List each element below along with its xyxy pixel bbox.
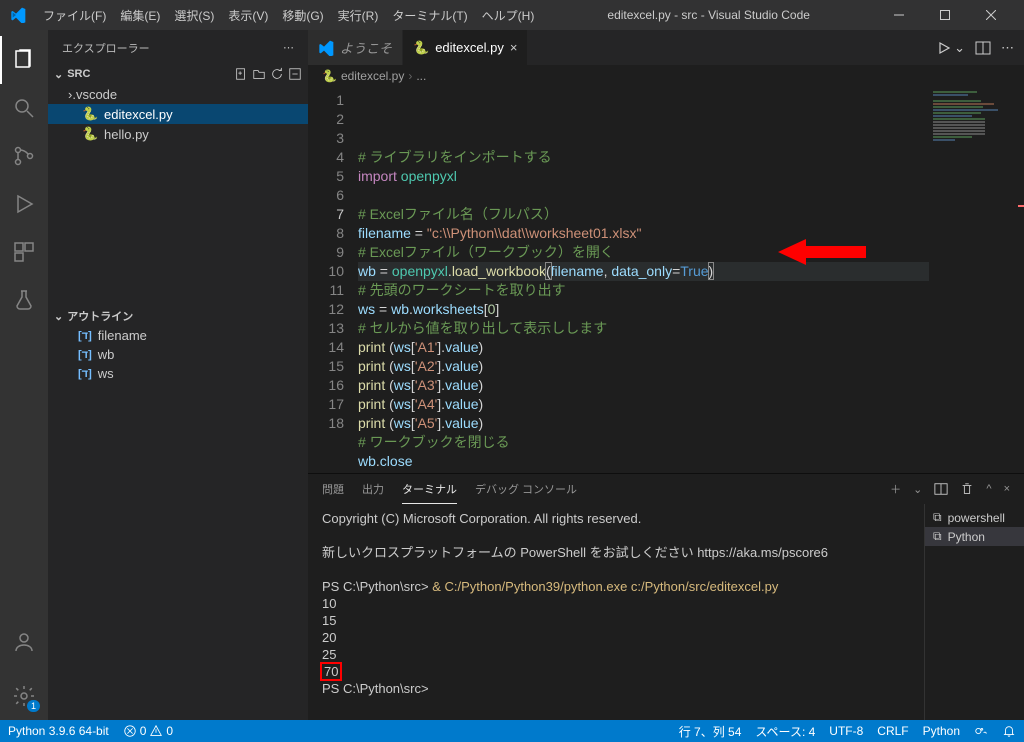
account-icon[interactable] xyxy=(0,618,48,666)
folder-root[interactable]: ⌄ SRC xyxy=(48,65,308,83)
python-file-icon: 🐍 xyxy=(82,106,98,122)
trash-icon[interactable] xyxy=(960,482,974,496)
menu-item[interactable]: 表示(V) xyxy=(221,9,275,23)
annotation-arrow-icon xyxy=(778,199,868,305)
file-item[interactable]: 🐍hello.py xyxy=(48,124,308,144)
menu-item[interactable]: 実行(R) xyxy=(331,9,386,23)
menu-item[interactable]: ファイル(F) xyxy=(36,9,113,23)
tab-file-label: editexcel.py xyxy=(435,40,504,55)
run-icon[interactable] xyxy=(936,40,952,56)
source-control-icon[interactable] xyxy=(0,132,48,180)
close-tab-icon[interactable]: × xyxy=(510,40,518,55)
status-lang[interactable]: Python xyxy=(923,724,960,738)
status-bell-icon[interactable] xyxy=(1002,724,1016,738)
breadcrumb-rest: ... xyxy=(416,69,426,83)
sidebar: エクスプローラー ⋯ ⌄ SRC › .vscode🐍editexcel.py🐍… xyxy=(48,30,308,720)
terminal[interactable]: Copyright (C) Microsoft Corporation. All… xyxy=(308,504,924,720)
editor-tabs: ようこそ 🐍 editexcel.py × ⌄ ⋯ xyxy=(308,30,1024,65)
status-cursor[interactable]: 行 7、列 54 xyxy=(679,723,742,740)
settings-icon[interactable]: 1 xyxy=(0,672,48,720)
run-debug-icon[interactable] xyxy=(0,180,48,228)
python-file-icon: 🐍 xyxy=(322,69,337,83)
statusbar: Python 3.9.6 64-bit 0 0 行 7、列 54 スペース: 4… xyxy=(0,720,1024,742)
menu-item[interactable]: 移動(G) xyxy=(275,9,330,23)
new-file-icon[interactable] xyxy=(234,67,248,81)
panel: 問題出力ターミナルデバッグ コンソール ＋ ⌄ ^ × Copyright (C… xyxy=(308,473,1024,720)
minimap-marker xyxy=(1018,205,1024,207)
file-item[interactable]: 🐍editexcel.py xyxy=(48,104,308,124)
split-editor-icon[interactable] xyxy=(975,40,991,56)
window-title: editexcel.py - src - Visual Studio Code xyxy=(541,8,876,22)
window-controls xyxy=(876,0,1014,30)
menu-item[interactable]: 編集(E) xyxy=(113,9,167,23)
terminal-dropdown-icon[interactable]: ⌄ xyxy=(913,483,922,496)
status-spaces[interactable]: スペース: 4 xyxy=(755,723,815,740)
outline-item[interactable]: [ד]filename xyxy=(48,326,308,345)
tab-welcome-label: ようこそ xyxy=(340,38,392,57)
folder-item[interactable]: › .vscode xyxy=(48,85,308,104)
sidebar-title: エクスプローラー xyxy=(62,40,150,56)
new-folder-icon[interactable] xyxy=(252,67,266,81)
terminal-instance[interactable]: ⧉powershell xyxy=(933,508,1016,527)
root-label: SRC xyxy=(67,68,90,80)
outline-item[interactable]: [ד]wb xyxy=(48,345,308,364)
breadcrumb-file: editexcel.py xyxy=(341,69,404,83)
new-terminal-icon[interactable]: ＋ xyxy=(890,481,901,497)
terminal-instance[interactable]: ⧉Python xyxy=(925,527,1024,546)
breadcrumbs[interactable]: 🐍 editexcel.py › ... xyxy=(308,65,1024,87)
titlebar: ファイル(F)編集(E)選択(S)表示(V)移動(G)実行(R)ターミナル(T)… xyxy=(0,0,1024,30)
breadcrumb-sep-icon: › xyxy=(408,69,412,83)
run-dropdown-icon[interactable]: ⌄ xyxy=(954,40,965,56)
collapse-icon[interactable] xyxy=(288,67,302,81)
explorer-icon[interactable] xyxy=(0,36,48,84)
variable-icon: [ד] xyxy=(78,330,92,342)
activity-bar: 1 xyxy=(0,30,48,720)
outline-title: アウトライン xyxy=(67,308,133,324)
tab-welcome[interactable]: ようこそ xyxy=(308,30,403,65)
refresh-icon[interactable] xyxy=(270,67,284,81)
chevron-right-icon: › xyxy=(68,87,72,102)
menu-item[interactable]: ターミナル(T) xyxy=(385,9,474,23)
status-python-version[interactable]: Python 3.9.6 64-bit xyxy=(8,724,109,738)
code-editor[interactable]: 123456789101112131415161718 # ライブラリをインポー… xyxy=(308,87,929,473)
extensions-icon[interactable] xyxy=(0,228,48,276)
menu-item[interactable]: 選択(S) xyxy=(167,9,221,23)
testing-icon[interactable] xyxy=(0,276,48,324)
minimize-button[interactable] xyxy=(876,0,922,30)
maximize-button[interactable] xyxy=(922,0,968,30)
chevron-down-icon: ⌄ xyxy=(54,68,63,81)
vscode-logo-icon xyxy=(10,7,26,23)
panel-tab[interactable]: デバッグ コンソール xyxy=(475,475,577,503)
sidebar-more-icon[interactable]: ⋯ xyxy=(283,41,294,54)
editor-more-icon[interactable]: ⋯ xyxy=(1001,40,1014,56)
search-icon[interactable] xyxy=(0,84,48,132)
status-problems[interactable]: 0 0 xyxy=(123,724,173,738)
variable-icon: [ד] xyxy=(78,368,92,380)
status-eol[interactable]: CRLF xyxy=(877,724,908,738)
outline-item[interactable]: [ד]ws xyxy=(48,364,308,383)
maximize-panel-icon[interactable]: ^ xyxy=(986,483,991,495)
panel-tab[interactable]: 出力 xyxy=(362,475,384,503)
variable-icon: [ד] xyxy=(78,349,92,361)
editor-group: ようこそ 🐍 editexcel.py × ⌄ ⋯ 🐍 editexcel.py… xyxy=(308,30,1024,720)
menu-item[interactable]: ヘルプ(H) xyxy=(475,9,542,23)
python-file-icon: 🐍 xyxy=(82,126,98,142)
panel-tab[interactable]: ターミナル xyxy=(402,475,457,504)
split-terminal-icon[interactable] xyxy=(934,482,948,496)
terminal-icon: ⧉ xyxy=(933,510,942,525)
status-feedback-icon[interactable] xyxy=(974,724,988,738)
panel-tab[interactable]: 問題 xyxy=(322,475,344,503)
tab-editexcel[interactable]: 🐍 editexcel.py × xyxy=(403,30,528,65)
terminal-icon: ⧉ xyxy=(933,529,942,544)
terminal-list: ⧉powershell⧉Python xyxy=(924,504,1024,720)
python-file-icon: 🐍 xyxy=(413,40,429,56)
status-encoding[interactable]: UTF-8 xyxy=(829,724,863,738)
close-button[interactable] xyxy=(968,0,1014,30)
panel-tabs: 問題出力ターミナルデバッグ コンソール ＋ ⌄ ^ × xyxy=(308,474,1024,504)
chevron-down-icon: ⌄ xyxy=(54,310,63,323)
outline-header[interactable]: ⌄ アウトライン xyxy=(48,306,308,326)
minimap[interactable] xyxy=(929,87,1024,473)
close-panel-icon[interactable]: × xyxy=(1004,483,1010,495)
